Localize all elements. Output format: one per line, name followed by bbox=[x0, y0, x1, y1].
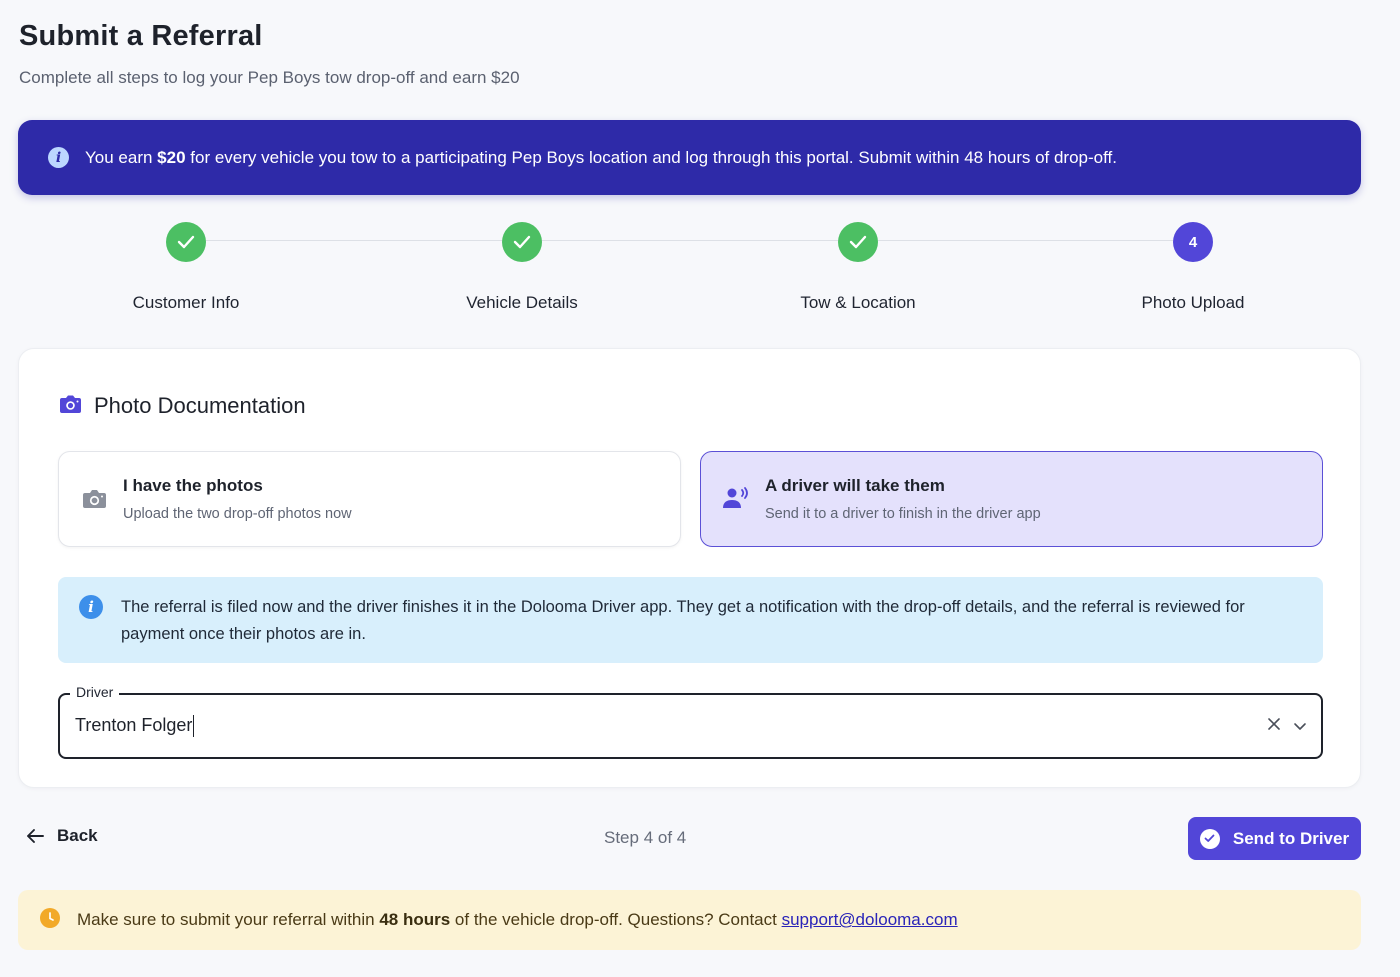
clear-icon[interactable] bbox=[1267, 717, 1281, 736]
driver-field-label: Driver bbox=[70, 684, 120, 700]
card-title: Photo Documentation bbox=[94, 393, 306, 418]
stepper-line bbox=[186, 240, 1193, 241]
check-icon bbox=[166, 222, 206, 262]
check-circle-icon bbox=[1199, 828, 1220, 849]
step-label: Customer Info bbox=[132, 293, 240, 312]
option-description: Upload the two drop-off photos now bbox=[123, 506, 352, 522]
warning-text: Make sure to submit your referral within… bbox=[77, 910, 958, 929]
check-icon bbox=[838, 222, 878, 262]
check-icon bbox=[502, 222, 542, 262]
option-description: Send it to a driver to finish in the dri… bbox=[765, 506, 1041, 522]
option-title: A driver will take them bbox=[765, 476, 945, 495]
page-subtitle: Complete all steps to log your Pep Boys … bbox=[19, 68, 520, 87]
support-email-link[interactable]: support@dolooma.com bbox=[782, 910, 958, 929]
send-to-driver-button[interactable]: Send to Driver bbox=[1188, 817, 1361, 860]
info-icon: i bbox=[79, 595, 103, 619]
clock-icon bbox=[40, 908, 60, 928]
option-driver-takes-photos[interactable]: A driver will take them Send it to a dri… bbox=[700, 451, 1323, 547]
camera-icon bbox=[79, 488, 109, 510]
step-photo-upload[interactable]: 4 Photo Upload bbox=[1083, 222, 1303, 313]
card-header: Photo Documentation bbox=[59, 393, 306, 419]
page-title: Submit a Referral bbox=[19, 20, 263, 52]
warning-bold: 48 hours bbox=[379, 910, 451, 929]
step-label: Vehicle Details bbox=[466, 293, 578, 312]
option-have-photos[interactable]: I have the photos Upload the two drop-of… bbox=[58, 451, 681, 547]
banner-text: You earn $20 for every vehicle you tow t… bbox=[85, 147, 1117, 167]
text-caret bbox=[193, 715, 195, 738]
info-icon: i bbox=[48, 147, 69, 168]
step-number: 4 bbox=[1173, 222, 1213, 262]
banner-amount: $20 bbox=[157, 147, 186, 167]
option-title: I have the photos bbox=[123, 476, 263, 495]
back-label: Back bbox=[57, 826, 98, 845]
step-customer-info[interactable]: Customer Info bbox=[76, 222, 296, 313]
photo-documentation-card: Photo Documentation I have the photos Up… bbox=[18, 348, 1361, 788]
deadline-warning: Make sure to submit your referral within… bbox=[18, 890, 1361, 950]
send-label: Send to Driver bbox=[1232, 828, 1350, 848]
driver-info-note: i The referral is filed now and the driv… bbox=[58, 577, 1323, 663]
earnings-banner: i You earn $20 for every vehicle you tow… bbox=[18, 120, 1361, 195]
chevron-down-icon[interactable] bbox=[1293, 718, 1307, 736]
step-label: Tow & Location bbox=[800, 293, 916, 312]
camera-icon bbox=[59, 394, 82, 419]
step-counter: Step 4 of 4 bbox=[604, 828, 687, 847]
step-vehicle-details[interactable]: Vehicle Details bbox=[412, 222, 632, 313]
arrow-left-icon bbox=[27, 829, 44, 843]
driver-select[interactable]: Driver Trenton Folger bbox=[58, 684, 1323, 759]
step-label: Photo Upload bbox=[1141, 293, 1245, 312]
driver-input[interactable]: Trenton Folger bbox=[75, 715, 195, 738]
note-text: The referral is filed now and the driver… bbox=[121, 598, 1245, 643]
back-button[interactable]: Back bbox=[26, 826, 98, 846]
driver-notify-icon bbox=[721, 486, 751, 512]
referral-page: Submit a Referral Complete all steps to … bbox=[0, 0, 1400, 977]
step-tow-location[interactable]: Tow & Location bbox=[748, 222, 968, 313]
